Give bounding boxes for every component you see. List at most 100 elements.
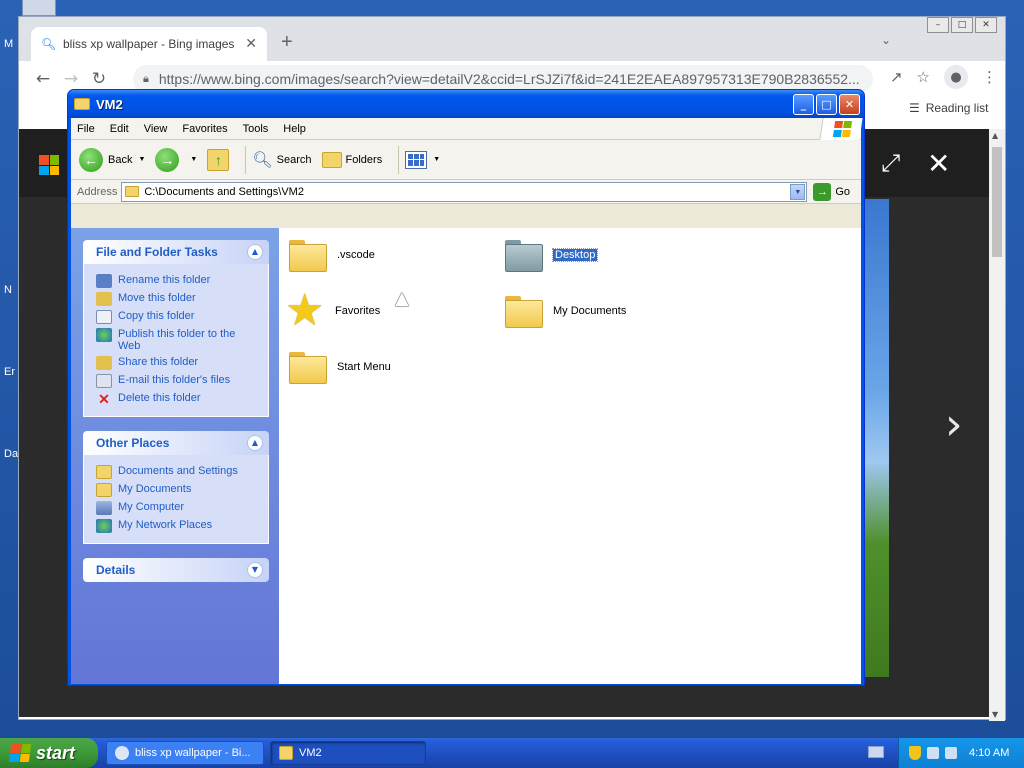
close-tab-icon[interactable]: ✕ — [245, 36, 257, 52]
profile-avatar[interactable]: ● — [944, 65, 968, 89]
keyboard-icon[interactable] — [868, 746, 884, 758]
clock[interactable]: 4:10 AM — [969, 747, 1009, 759]
forward-dropdown-icon[interactable]: ▼ — [190, 156, 197, 163]
menu-help[interactable]: Help — [283, 123, 306, 135]
task-copy-folder[interactable]: Copy this folder — [96, 310, 260, 324]
task-label: Copy this folder — [118, 310, 195, 322]
start-button[interactable]: start — [0, 738, 98, 768]
next-image-chevron-icon[interactable]: › — [945, 399, 963, 450]
explorer-title-bar[interactable]: VM2 _ □ ✕ — [68, 90, 864, 118]
close-button[interactable]: ✕ — [975, 17, 997, 33]
reload-icon[interactable]: ↻ — [85, 69, 113, 89]
task-share-folder[interactable]: Share this folder — [96, 356, 260, 370]
desktop-icon-label[interactable]: Er — [4, 366, 15, 378]
reading-list-label: Reading list — [925, 101, 989, 115]
my-documents-icon — [96, 483, 112, 497]
address-dropdown-icon[interactable]: ▼ — [790, 183, 806, 200]
task-label: Rename this folder — [118, 274, 211, 286]
panel-header[interactable]: Other Places ▲ — [83, 431, 269, 455]
task-label: Move this folder — [118, 292, 196, 304]
collapse-chevron-icon[interactable]: ▲ — [247, 244, 263, 260]
folder-icon — [125, 186, 140, 197]
more-menu-icon[interactable]: ⋮ — [982, 68, 997, 86]
menu-view[interactable]: View — [144, 123, 168, 135]
new-tab-button[interactable]: + — [281, 31, 293, 54]
collapse-chevron-icon[interactable]: ▲ — [247, 435, 263, 451]
share-icon[interactable]: ↗ — [890, 68, 903, 86]
folders-button[interactable]: Folders — [321, 151, 382, 168]
lock-icon: 🔒︎ — [143, 72, 149, 85]
views-button[interactable]: ▼ — [405, 150, 440, 169]
volume-tray-icon[interactable] — [945, 747, 957, 759]
tab-search-chevron-icon[interactable]: ⌄ — [881, 33, 891, 47]
taskbar-item-explorer[interactable]: VM2 — [270, 741, 426, 765]
forward-button[interactable]: → ▼ — [155, 147, 197, 172]
security-shield-icon[interactable] — [909, 746, 921, 760]
address-bar: Address C:\Documents and Settings\VM2 ▼ … — [71, 180, 861, 204]
go-label: Go — [835, 185, 851, 198]
go-button[interactable]: → Go — [813, 182, 851, 201]
desktop-icon-label[interactable]: Da — [4, 448, 18, 460]
taskbar-item-browser[interactable]: bliss xp wallpaper - Bi... — [106, 741, 264, 765]
scroll-up-icon[interactable]: ▲ — [992, 131, 998, 140]
file-item-favorites[interactable]: ★ Favorites — [285, 289, 380, 333]
task-label: Publish this folder to the Web — [118, 328, 236, 352]
forward-arrow-icon[interactable]: → — [57, 69, 85, 89]
back-button[interactable]: ← Back ▼ — [79, 147, 145, 172]
maximize-button[interactable]: □ — [816, 94, 837, 115]
close-viewer-icon[interactable]: ✕ — [927, 147, 950, 180]
taskbar-item-label: bliss xp wallpaper - Bi... — [135, 747, 251, 759]
task-publish-web[interactable]: Publish this folder to the Web — [96, 328, 260, 352]
desktop-shortcut-icon[interactable] — [22, 0, 56, 16]
up-button[interactable]: ↑ — [207, 148, 230, 171]
minimize-button[interactable]: _ — [793, 94, 814, 115]
menu-file[interactable]: File — [77, 123, 95, 135]
folder-icon — [96, 465, 112, 479]
microsoft-logo-icon[interactable] — [39, 155, 59, 175]
file-list[interactable]: .vscode Desktop ★ Favorites My Documents… — [279, 228, 861, 684]
menu-edit[interactable]: Edit — [110, 123, 129, 135]
file-item-desktop[interactable]: Desktop — [505, 238, 599, 272]
place-my-network-places[interactable]: My Network Places — [96, 519, 260, 533]
task-rename-folder[interactable]: Rename this folder — [96, 274, 260, 288]
views-dropdown-icon[interactable]: ▼ — [433, 156, 440, 163]
panel-header[interactable]: Details ▼ — [83, 558, 269, 582]
scrollbar-thumb[interactable] — [992, 147, 1002, 257]
close-button[interactable]: ✕ — [839, 94, 860, 115]
back-dropdown-icon[interactable]: ▼ — [138, 156, 145, 163]
search-icon: 🔍︎ — [252, 151, 273, 169]
file-item-vscode[interactable]: .vscode — [289, 238, 375, 272]
tab-strip: 🔍︎ bliss xp wallpaper - Bing images ✕ + … — [19, 17, 1005, 61]
task-delete-folder[interactable]: ✕ Delete this folder — [96, 392, 260, 406]
desktop-icon-label[interactable]: N — [4, 284, 12, 296]
place-my-documents[interactable]: My Documents — [96, 483, 260, 497]
browser-tab[interactable]: 🔍︎ bliss xp wallpaper - Bing images ✕ — [31, 27, 267, 61]
task-email-files[interactable]: E-mail this folder's files — [96, 374, 260, 388]
place-label: My Computer — [118, 501, 185, 513]
menu-tools[interactable]: Tools — [243, 123, 269, 135]
file-folder-tasks-panel: File and Folder Tasks ▲ Rename this fold… — [83, 240, 269, 417]
search-button[interactable]: 🔍︎ Search — [252, 150, 311, 170]
page-scrollbar[interactable]: ▲ ▼ — [989, 129, 1005, 721]
desktop-icon-label[interactable]: M — [4, 38, 13, 50]
back-arrow-icon[interactable]: ← — [29, 69, 57, 89]
explorer-toolbar: ← Back ▼ → ▼ ↑ 🔍︎ Search Folders ▼ — [71, 140, 861, 180]
reading-list-button[interactable]: ☰ Reading list — [909, 101, 988, 115]
network-tray-icon[interactable] — [927, 747, 939, 759]
file-item-start-menu[interactable]: Start Menu — [289, 350, 391, 384]
place-documents-and-settings[interactable]: Documents and Settings — [96, 465, 260, 479]
address-input[interactable]: C:\Documents and Settings\VM2 ▼ — [121, 181, 808, 202]
maximize-button[interactable]: □ — [951, 17, 973, 33]
expand-icon[interactable]: ⤢ — [881, 149, 900, 177]
folders-icon — [321, 151, 342, 168]
scroll-down-icon[interactable]: ▼ — [992, 710, 998, 719]
task-move-folder[interactable]: Move this folder — [96, 292, 260, 306]
file-item-my-documents[interactable]: My Documents — [505, 294, 626, 328]
go-arrow-icon: → — [813, 182, 832, 201]
panel-header[interactable]: File and Folder Tasks ▲ — [83, 240, 269, 264]
minimize-button[interactable]: – — [927, 17, 949, 33]
expand-chevron-icon[interactable]: ▼ — [247, 562, 263, 578]
menu-favorites[interactable]: Favorites — [182, 123, 227, 135]
bookmark-star-icon[interactable]: ☆ — [917, 68, 930, 86]
place-my-computer[interactable]: My Computer — [96, 501, 260, 515]
